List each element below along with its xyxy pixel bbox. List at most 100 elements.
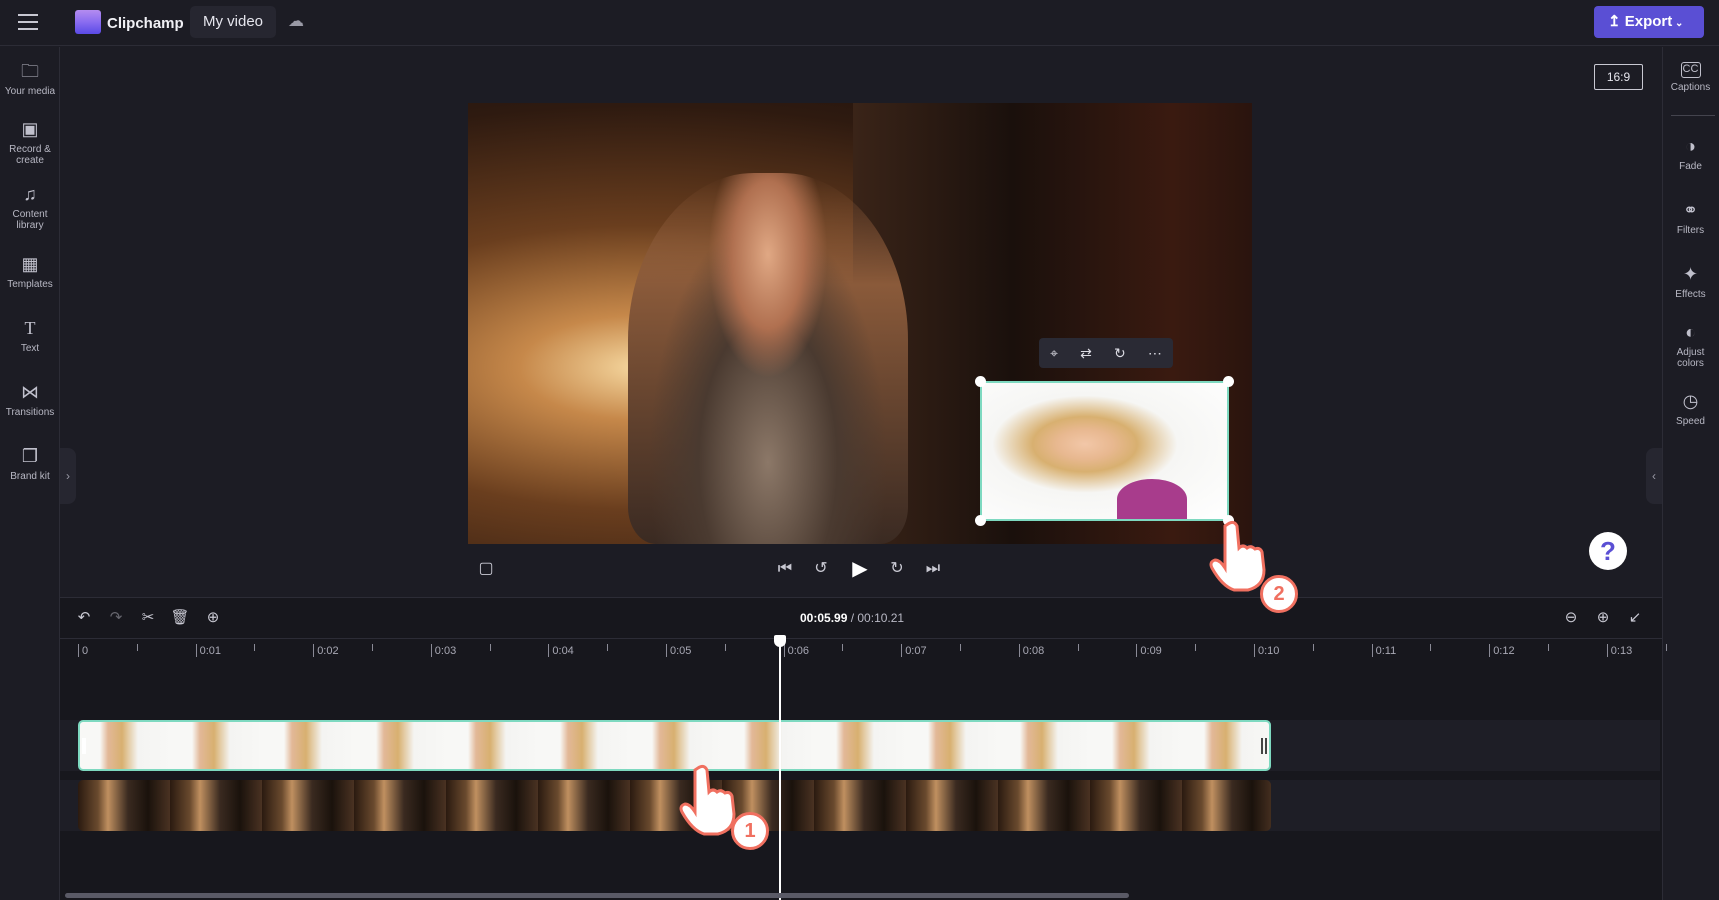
zoom-out-icon[interactable]: ⊖ xyxy=(1560,607,1582,629)
label: Effects xyxy=(1675,289,1706,300)
sidebar-item-brand-kit[interactable]: ❐ Brand kit xyxy=(0,445,60,482)
overlay-toolbar: ⌖ ⇄ ↻ ⋯ xyxy=(1039,338,1173,368)
cloud-off-icon[interactable]: ☁ xyxy=(282,8,310,36)
chevron-down-icon: ⌄ xyxy=(1672,18,1684,29)
ruler-minor-tick xyxy=(136,644,138,651)
trim-handle-left[interactable] xyxy=(82,738,86,754)
transitions-icon: ⋈ xyxy=(21,382,39,402)
sidebar-item-effects[interactable]: ✦ Effects xyxy=(1662,263,1719,300)
ruler-tick xyxy=(78,644,79,657)
ruler-label: 0:02 xyxy=(317,645,339,657)
label: Record & create xyxy=(9,144,51,166)
cc-icon: CC xyxy=(1680,62,1701,78)
ruler-minor-tick xyxy=(254,644,256,651)
export-button[interactable]: ↥ Export ⌄ xyxy=(1594,6,1704,38)
expand-left-panel-button[interactable]: › xyxy=(60,448,76,504)
ruler-label: 0:09 xyxy=(1140,645,1162,657)
timeline-scrollbar[interactable] xyxy=(65,893,1129,898)
ruler-label: 0:04 xyxy=(552,645,574,657)
menu-icon[interactable] xyxy=(18,14,38,30)
sidebar-item-content-library[interactable]: ♫ Content library xyxy=(0,183,60,231)
more-icon[interactable]: ⋯ xyxy=(1148,345,1162,362)
ruler-tick xyxy=(783,644,785,657)
sidebar-item-filters[interactable]: ⚭ Filters xyxy=(1662,199,1719,236)
label: Text xyxy=(20,343,40,354)
ruler-tick xyxy=(1606,644,1608,657)
label: Filters xyxy=(1676,225,1705,236)
label: Fade xyxy=(1679,161,1702,172)
current-time: 00:05.99 xyxy=(800,611,848,625)
ruler-label: 0:07 xyxy=(905,645,927,657)
aspect-ratio-button[interactable]: 16:9 xyxy=(1594,64,1643,90)
ruler-tick xyxy=(901,644,903,657)
ruler-minor-tick xyxy=(1195,644,1197,651)
redo-icon[interactable]: ↷ xyxy=(105,607,127,629)
expand-right-panel-button[interactable]: ‹ xyxy=(1646,448,1662,504)
rewind-5-icon[interactable]: ↺ xyxy=(808,556,834,582)
sidebar-item-adjust-colors[interactable]: ◐ Adjust colors xyxy=(1662,321,1719,369)
brand-kit-icon: ❐ xyxy=(21,446,39,466)
library-icon: ♫ xyxy=(23,184,37,204)
step-badge-1: 1 xyxy=(731,812,769,850)
export-label: Export xyxy=(1624,13,1673,30)
ruler-minor-tick xyxy=(489,644,491,651)
step-badge-2: 2 xyxy=(1260,575,1298,613)
ruler-label: 0:12 xyxy=(1493,645,1515,657)
ruler-label: 0:08 xyxy=(1022,645,1045,657)
ruler-tick xyxy=(1489,644,1491,657)
crop-icon[interactable]: ⌖ xyxy=(1050,345,1058,362)
label: Your media xyxy=(4,86,56,97)
ruler-minor-tick xyxy=(1430,644,1432,651)
play-icon[interactable]: ▶ xyxy=(847,556,873,582)
help-button[interactable]: ? xyxy=(1589,532,1627,570)
time-display: 00:05.99 / 00:10.21 xyxy=(800,611,904,625)
text-icon: T xyxy=(24,318,36,338)
undo-icon[interactable]: ↶ xyxy=(73,607,95,629)
resize-handle[interactable] xyxy=(975,515,986,526)
singer-image xyxy=(628,173,908,544)
sidebar-item-text[interactable]: T Text xyxy=(0,317,60,354)
add-media-icon[interactable]: ⊕ xyxy=(202,607,224,629)
trash-icon[interactable]: 🗑 xyxy=(169,607,191,629)
ruler-tick xyxy=(1136,644,1138,657)
project-title[interactable]: My video xyxy=(190,6,276,38)
playhead-handle[interactable] xyxy=(774,635,786,647)
fit-timeline-icon[interactable]: ↙ xyxy=(1624,607,1646,629)
timeline-ruler[interactable]: 0 0:01 0:02 0:03 0:04 0:05 0:06 0:07 0:08 0:09 0:1… xyxy=(60,638,1667,662)
sidebar-item-templates[interactable]: ▦ Templates xyxy=(0,253,60,290)
sidebar-item-captions[interactable]: CC Captions xyxy=(1662,62,1719,93)
zoom-in-icon[interactable]: ⊕ xyxy=(1592,607,1614,629)
speed-icon: ◷ xyxy=(1682,391,1699,411)
ruler-label: 0:11 xyxy=(1375,645,1397,657)
fit-icon[interactable]: ⇄ xyxy=(1080,345,1092,362)
effects-icon: ✦ xyxy=(1682,264,1699,284)
sidebar-item-record[interactable]: ▣ Record & create xyxy=(0,118,60,166)
adjust-colors-icon: ◐ xyxy=(1685,322,1696,342)
ruler-minor-tick xyxy=(1312,644,1314,651)
resize-handle[interactable] xyxy=(975,376,986,387)
ruler-minor-tick xyxy=(1548,644,1549,651)
skip-forward-icon[interactable]: ⏭ xyxy=(920,556,946,582)
scissors-icon[interactable]: ✂ xyxy=(137,607,159,629)
ruler-tick xyxy=(1371,644,1373,657)
trim-handle-right[interactable] xyxy=(1261,738,1267,754)
ruler-tick xyxy=(195,644,197,657)
sidebar-item-your-media[interactable]: 🗀 Your media xyxy=(0,60,60,97)
label: Brand kit xyxy=(10,471,50,482)
ruler-label: 0:06 xyxy=(787,645,810,657)
overlay-clip-selected[interactable] xyxy=(975,376,1234,526)
label: Speed xyxy=(1676,416,1705,427)
sidebar-item-transitions[interactable]: ⋈ Transitions xyxy=(0,381,60,418)
ruler-tick xyxy=(313,644,315,657)
rotate-icon[interactable]: ↻ xyxy=(1114,345,1126,362)
sidebar-item-fade[interactable]: ◑ Fade xyxy=(1662,135,1719,172)
resize-handle[interactable] xyxy=(1223,376,1234,387)
fade-icon: ◑ xyxy=(1685,136,1696,156)
playhead[interactable] xyxy=(779,638,781,900)
sidebar-item-speed[interactable]: ◷ Speed xyxy=(1662,390,1719,427)
forward-5-icon[interactable]: ↻ xyxy=(884,556,910,582)
divider xyxy=(1671,115,1715,116)
skip-back-icon[interactable]: ⏮ xyxy=(772,556,798,582)
fullscreen-off-icon[interactable]: ▢ xyxy=(473,556,499,582)
label: Captions xyxy=(1670,82,1711,93)
